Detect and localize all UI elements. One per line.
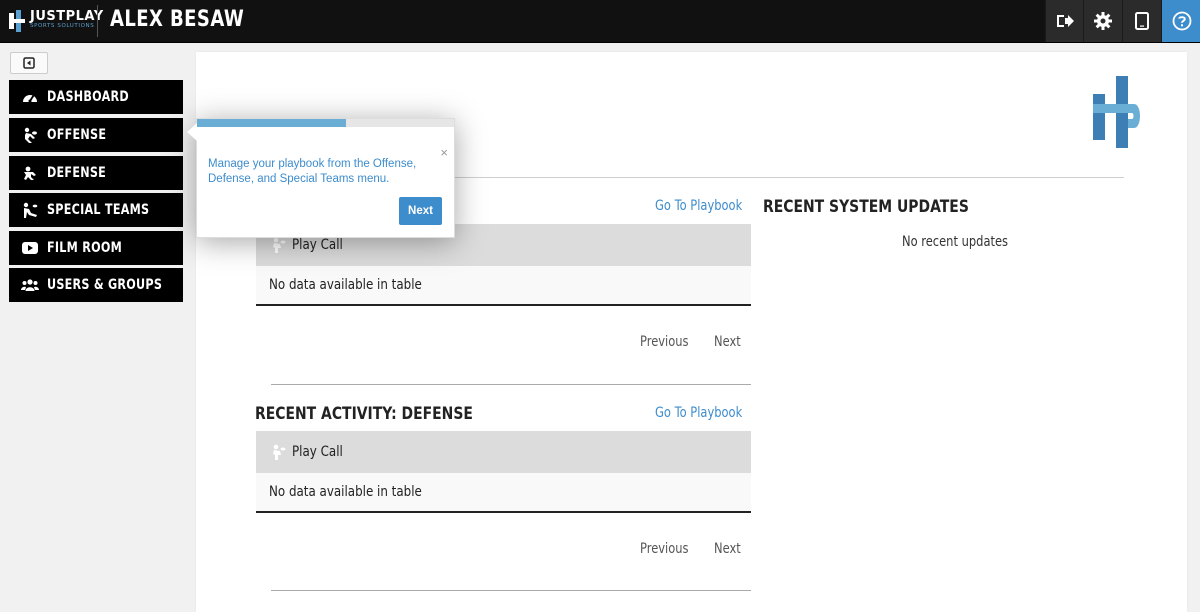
dashboard-icon [21, 88, 39, 106]
defense-activity-title: RECENT ACTIVITY: DEFENSE [255, 404, 473, 424]
popover-message: Manage your playbook from the Offense, D… [208, 158, 417, 185]
brand-logo-icon [9, 10, 25, 32]
logout-button[interactable] [1045, 0, 1084, 42]
sidebar-item-special-teams[interactable]: SPECIAL TEAMS [9, 193, 183, 227]
sidebar-item-label: DEFENSE [47, 165, 107, 181]
play-call-icon [273, 444, 286, 460]
offense-next-button[interactable]: Next [714, 334, 741, 350]
offense-empty-row: No data available in table [256, 266, 751, 306]
popover-next-button[interactable]: Next [399, 197, 442, 225]
sidebar-collapse-button[interactable] [10, 52, 48, 74]
play-call-icon [273, 237, 286, 253]
tablet-button[interactable] [1122, 0, 1161, 42]
sidebar-item-defense[interactable]: DEFENSE [9, 156, 183, 190]
tour-popover: × Manage your playbook from the Offense,… [187, 118, 455, 238]
defense-table-header: Play Call [256, 431, 751, 473]
offense-previous-button[interactable]: Previous [640, 334, 689, 350]
tour-progress-bar [197, 119, 347, 127]
no-updates-message: No recent updates [902, 234, 1009, 250]
offense-go-to-playbook-link[interactable]: Go To Playbook [655, 198, 742, 214]
gear-icon [1094, 12, 1112, 30]
sidebar-item-film-room[interactable]: FILM ROOM [9, 231, 183, 265]
settings-button[interactable] [1083, 0, 1122, 42]
defense-previous-button[interactable]: Previous [640, 541, 689, 557]
brand-name: JUSTPLAY [30, 9, 104, 24]
video-icon [21, 239, 39, 257]
empty-table-message: No data available in table [269, 277, 422, 293]
help-icon [1172, 11, 1191, 31]
sidebar-item-label: FILM ROOM [47, 240, 122, 256]
sidebar-item-label: DASHBOARD [47, 89, 129, 105]
defense-icon [21, 164, 39, 182]
popover-arrow [187, 123, 197, 141]
defense-next-button[interactable]: Next [714, 541, 741, 557]
sidebar-item-label: USERS & GROUPS [47, 277, 163, 293]
top-bar: JUSTPLAY SPORTS SOLUTIONS ALEX BESAW [0, 0, 1200, 43]
sidebar-item-label: SPECIAL TEAMS [47, 202, 150, 218]
sidebar-item-offense[interactable]: OFFENSE [9, 118, 183, 152]
empty-table-message: No data available in table [269, 484, 422, 500]
section-divider [271, 384, 751, 385]
brand-tagline: SPORTS SOLUTIONS [30, 23, 95, 29]
tablet-icon [1135, 12, 1149, 30]
system-updates-title: RECENT SYSTEM UPDATES [763, 197, 969, 217]
defense-go-to-playbook-link[interactable]: Go To Playbook [655, 405, 742, 421]
defense-empty-row: No data available in table [256, 473, 751, 513]
brand-logo[interactable]: JUSTPLAY SPORTS SOLUTIONS [8, 8, 103, 34]
popover-close-button[interactable]: × [440, 145, 448, 160]
user-name: ALEX BESAW [110, 7, 245, 32]
sidebar-item-label: OFFENSE [47, 127, 107, 143]
logout-icon [1057, 15, 1074, 27]
topbar-divider [97, 5, 98, 37]
help-button[interactable] [1161, 0, 1200, 42]
sidebar-item-users-groups[interactable]: USERS & GROUPS [9, 268, 183, 302]
team-logo [1093, 76, 1140, 148]
offense-icon [21, 126, 39, 144]
users-icon [21, 276, 39, 294]
special-teams-icon [21, 201, 39, 219]
sidebar-item-dashboard[interactable]: DASHBOARD [9, 80, 183, 114]
section-divider [271, 590, 751, 591]
column-header-play-call[interactable]: Play Call [292, 444, 343, 460]
column-header-play-call[interactable]: Play Call [292, 237, 343, 253]
collapse-left-icon [23, 57, 35, 69]
